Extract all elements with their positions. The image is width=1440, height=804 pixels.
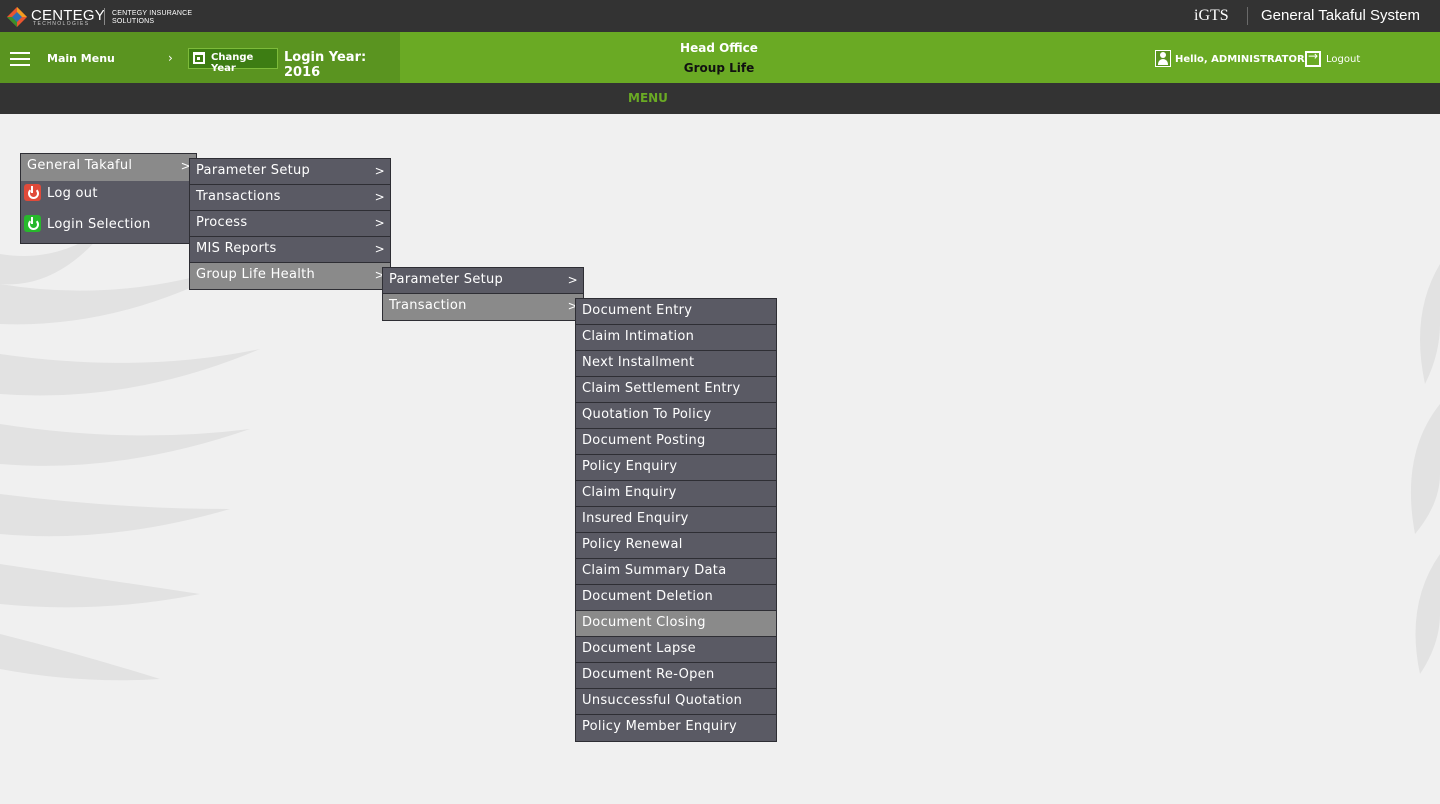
logout-icon[interactable] (1305, 49, 1321, 67)
product-short-name: iGTS (1194, 7, 1229, 24)
submenu-arrow-icon: > (374, 242, 385, 256)
menu-item-policy-renewal[interactable]: Policy Renewal (576, 533, 776, 559)
user-icon (1155, 50, 1171, 67)
menu-item-label: General Takaful (27, 158, 133, 173)
menu-item-mis-reports[interactable]: MIS Reports > (190, 237, 390, 263)
menu-item-claim-summary-data[interactable]: Claim Summary Data (576, 559, 776, 585)
change-year-button[interactable]: Change Year (188, 48, 278, 74)
menu-item-login-selection[interactable]: Login Selection (21, 212, 196, 243)
menu-item-document-lapse[interactable]: Document Lapse (576, 637, 776, 663)
brand-divider (104, 8, 105, 25)
menu-level-4: Document Entry Claim Intimation Next Ins… (575, 298, 777, 742)
menu-item-policy-enquiry[interactable]: Policy Enquiry (576, 455, 776, 481)
menu-item-parameter-setup[interactable]: Parameter Setup > (190, 159, 390, 185)
user-greeting: Hello, ADMINISTRATOR (1175, 54, 1305, 65)
power-red-icon (24, 184, 41, 201)
menu-item-label: Group Life Health (196, 267, 316, 282)
menu-item-quotation-to-policy[interactable]: Quotation To Policy (576, 403, 776, 429)
centegy-logo-icon (7, 7, 27, 27)
menu-item-general-takaful[interactable]: General Takaful > (21, 154, 196, 181)
top-header: CENTEGY TECHNOLOGIES CENTEGY INSURANCE S… (0, 0, 1440, 32)
menu-item-insured-enquiry[interactable]: Insured Enquiry (576, 507, 776, 533)
menu-strip: MENU (0, 83, 1440, 114)
calendar-icon (193, 52, 205, 64)
login-year-label: Login Year: 2016 (284, 50, 367, 80)
menu-item-document-closing[interactable]: Document Closing (576, 611, 776, 637)
office-label: Head Office (680, 41, 758, 55)
menu-item-document-re-open[interactable]: Document Re-Open (576, 663, 776, 689)
change-year-label: Change Year (211, 52, 254, 74)
context-bar: Main Menu › Change Year Login Year: 2016… (0, 32, 1440, 83)
menu-level-2: Parameter Setup > Transactions > Process > … (189, 158, 391, 290)
context-bar-left: Main Menu › Change Year Login Year: 2016 (0, 32, 400, 83)
submenu-arrow-icon: > (374, 190, 385, 204)
menu-item-label: Parameter Setup (389, 272, 504, 287)
submenu-arrow-icon: > (374, 164, 385, 178)
menu-level-1: General Takaful > Log out Login Selectio… (20, 153, 197, 244)
logout-link[interactable]: Logout (1326, 54, 1360, 65)
menu-item-claim-intimation[interactable]: Claim Intimation (576, 325, 776, 351)
menu-item-parameter-setup[interactable]: Parameter Setup > (383, 268, 583, 294)
menu-item-label: Parameter Setup (196, 163, 311, 178)
product-divider (1247, 7, 1248, 25)
menu-item-document-deletion[interactable]: Document Deletion (576, 585, 776, 611)
menu-item-claim-enquiry[interactable]: Claim Enquiry (576, 481, 776, 507)
menu-item-document-posting[interactable]: Document Posting (576, 429, 776, 455)
menu-level-3: Parameter Setup > Transaction > (382, 267, 584, 321)
hamburger-menu-icon[interactable] (10, 52, 30, 66)
menu-item-unsuccessful-quotation[interactable]: Unsuccessful Quotation (576, 689, 776, 715)
submenu-arrow-icon: > (567, 273, 578, 287)
product-name: General Takaful System (1261, 7, 1420, 24)
group-label: Group Life (683, 61, 755, 75)
menu-item-label: Process (196, 215, 248, 230)
brand-subtitle: TECHNOLOGIES (33, 21, 90, 27)
submenu-arrow-icon: > (374, 216, 385, 230)
menu-item-label: Login Selection (47, 217, 151, 232)
menu-item-label: Transaction (389, 298, 467, 313)
menu-strip-label: MENU (628, 91, 668, 105)
main-menu-button[interactable]: Main Menu (47, 52, 115, 65)
chevron-right-icon: › (168, 51, 173, 65)
menu-item-claim-settlement-entry[interactable]: Claim Settlement Entry (576, 377, 776, 403)
menu-item-transaction[interactable]: Transaction > (383, 294, 583, 320)
menu-item-next-installment[interactable]: Next Installment (576, 351, 776, 377)
menu-item-group-life-health[interactable]: Group Life Health > (190, 263, 390, 289)
company-name: CENTEGY INSURANCE SOLUTIONS (112, 10, 193, 25)
menu-item-log-out[interactable]: Log out (21, 181, 196, 212)
menu-item-label: MIS Reports (196, 241, 277, 256)
menu-item-process[interactable]: Process > (190, 211, 390, 237)
menu-item-label: Transactions (196, 189, 281, 204)
menu-item-transactions[interactable]: Transactions > (190, 185, 390, 211)
menu-item-document-entry[interactable]: Document Entry (576, 299, 776, 325)
power-green-icon (24, 215, 41, 232)
menu-item-policy-member-enquiry[interactable]: Policy Member Enquiry (576, 715, 776, 741)
menu-item-label: Log out (47, 186, 98, 201)
